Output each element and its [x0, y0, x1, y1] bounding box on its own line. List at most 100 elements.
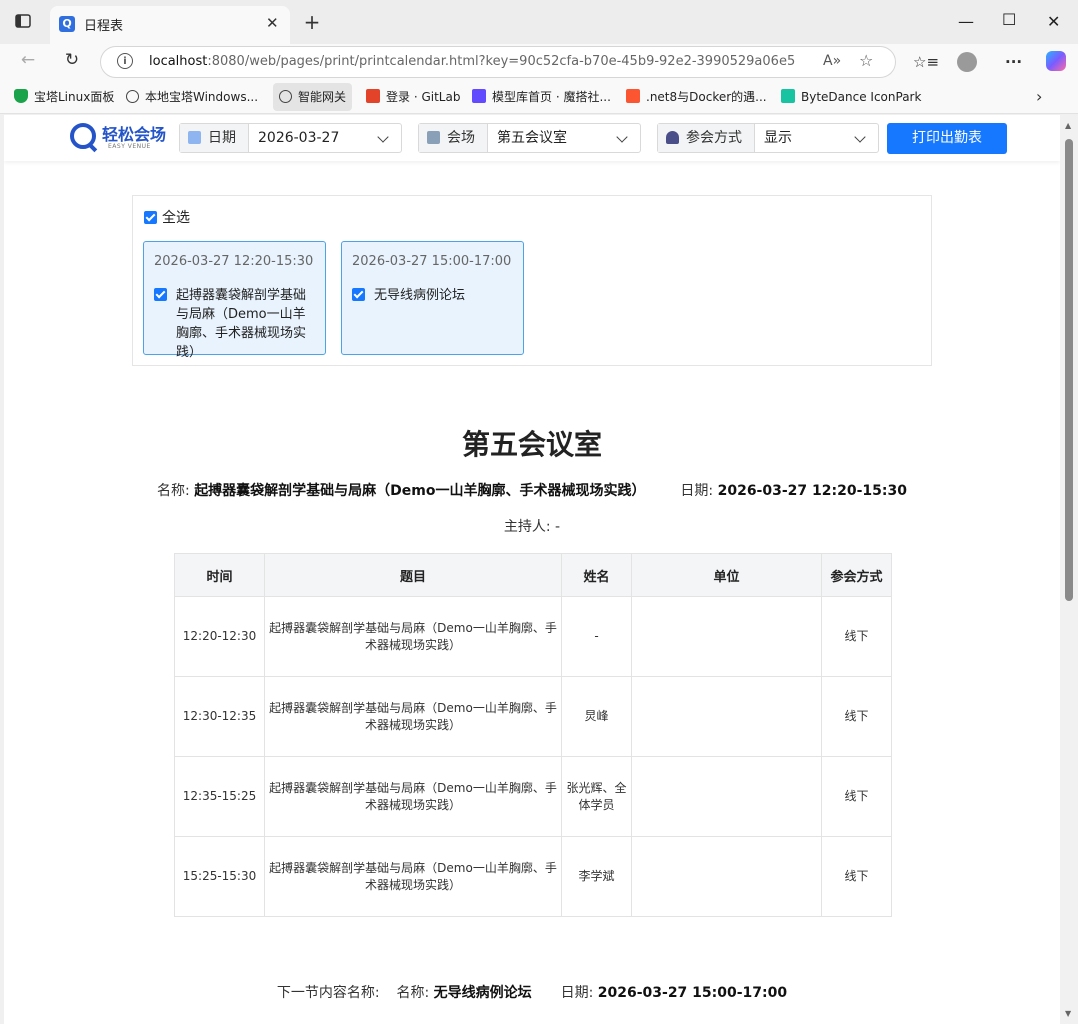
browser-tab-strip: Q 日程表 ✕ + — ☐ ✕ [0, 0, 1078, 44]
name-cell: 李学斌 [561, 836, 632, 917]
logo-subtitle: EASY VENUE [108, 143, 151, 150]
mode-cell: 线下 [821, 596, 892, 677]
name-label: 名称: [157, 483, 190, 499]
bookmark-item[interactable]: 智能网关 [273, 83, 353, 111]
session-card[interactable]: 2026-03-27 15:00-17:00 无导线病例论坛 [341, 241, 524, 355]
topic-cell: 起搏器囊袋解剖学基础与局麻（Demo一山羊胸廓、手术器械现场实践） [264, 836, 562, 917]
name-cell: 张光辉、全体学员 [561, 756, 632, 837]
session-meta: 名称: 起搏器囊袋解剖学基础与局麻（Demo一山羊胸廓、手术器械现场实践） 日期… [4, 480, 1060, 500]
csdn-icon [626, 89, 640, 103]
table-header-row: 时间 题目 姓名 单位 参会方式 [174, 553, 892, 597]
org-cell [631, 596, 822, 677]
bookmark-item[interactable]: 登录 · GitLab [366, 88, 460, 106]
attend-mode-label: 参会方式 [658, 124, 755, 152]
venue-select[interactable]: 会场 第五会议室 [418, 123, 641, 153]
next-label: 下一节内容名称: [276, 985, 380, 1001]
schedule-table: 时间 题目 姓名 单位 参会方式 12:20-12:30 起搏器囊袋解剖学基础与… [174, 553, 892, 917]
venue-field-value: 第五会议室 [497, 130, 567, 146]
date-field-label: 日期 [180, 124, 249, 152]
chevron-down-icon [616, 131, 628, 143]
table-row: 12:30-12:35 起搏器囊袋解剖学基础与局麻（Demo一山羊胸廓、手术器械… [174, 676, 892, 757]
date-field-value: 2026-03-27 [258, 130, 340, 146]
column-header: 姓名 [561, 553, 632, 597]
select-all-checkbox[interactable]: 全选 [144, 207, 190, 227]
bookmark-item[interactable]: 本地宝塔Windows... [126, 88, 258, 106]
time-cell: 12:30-12:35 [174, 676, 265, 757]
time-cell: 12:35-15:25 [174, 756, 265, 837]
minimize-icon[interactable]: — [958, 12, 974, 31]
column-header: 题目 [264, 553, 562, 597]
shield-icon [14, 89, 28, 103]
iconpark-icon [781, 89, 795, 103]
column-header: 时间 [174, 553, 265, 597]
bookmark-item[interactable]: ByteDance IconPark [781, 88, 921, 106]
checkbox-checked-icon [144, 211, 157, 224]
favorite-star-icon[interactable]: ☆ [859, 51, 873, 70]
topic-cell: 起搏器囊袋解剖学基础与局麻（Demo一山羊胸廓、手术器械现场实践） [264, 756, 562, 837]
read-aloud-icon[interactable]: A» [823, 53, 841, 69]
session-checkbox[interactable]: 起搏器囊袋解剖学基础与局麻（Demo一山羊胸廓、手术器械现场实践） [154, 286, 314, 362]
checkbox-checked-icon [154, 288, 167, 301]
next-session-name: 无导线病例论坛 [433, 985, 532, 1001]
user-icon [666, 131, 679, 144]
chevron-down-icon [377, 131, 389, 143]
copilot-icon[interactable] [1046, 51, 1066, 71]
new-tab-icon[interactable]: + [300, 10, 324, 34]
address-url[interactable]: localhost:8080/web/pages/print/printcale… [149, 54, 795, 69]
session-name: 起搏器囊袋解剖学基础与局麻（Demo一山羊胸廓、手术器械现场实践） [194, 483, 646, 499]
mode-cell: 线下 [821, 676, 892, 757]
tab-title: 日程表 [84, 19, 124, 34]
chevron-down-icon [854, 131, 866, 143]
next-date-label: 日期: [560, 985, 594, 1001]
column-header: 单位 [631, 553, 822, 597]
globe-icon [279, 90, 292, 103]
bookmark-item[interactable]: 模型库首页 · 魔搭社... [472, 88, 611, 106]
session-card[interactable]: 2026-03-27 12:20-15:30 起搏器囊袋解剖学基础与局麻（Dem… [143, 241, 326, 360]
column-header: 参会方式 [821, 553, 892, 597]
session-date: 2026-03-27 12:20-15:30 [717, 483, 907, 499]
print-attendance-button[interactable]: 打印出勤表 [887, 123, 1007, 154]
table-row: 12:20-12:30 起搏器囊袋解剖学基础与局麻（Demo一山羊胸廓、手术器械… [174, 596, 892, 677]
attend-mode-value: 显示 [764, 130, 792, 146]
address-bar[interactable]: i localhost:8080/web/pages/print/printca… [100, 46, 896, 78]
bookmark-item[interactable]: .net8与Docker的遇... [626, 88, 767, 106]
site-info-icon[interactable]: i [117, 53, 133, 69]
topic-cell: 起搏器囊袋解剖学基础与局麻（Demo一山羊胸廓、手术器械现场实践） [264, 676, 562, 757]
bookmarks-bar: 宝塔Linux面板 本地宝塔Windows... 智能网关 登录 · GitLa… [0, 80, 1078, 114]
tab-close-icon[interactable]: ✕ [266, 14, 279, 32]
building-icon [427, 131, 440, 144]
tab-favicon-icon: Q [59, 16, 75, 32]
scroll-down-icon[interactable]: ▼ [1065, 1009, 1071, 1018]
scrollbar-thumb[interactable] [1065, 139, 1073, 601]
date-picker[interactable]: 日期 2026-03-27 [179, 123, 402, 153]
maximize-icon[interactable]: ☐ [1002, 10, 1016, 29]
browser-toolbar: ← ↻ i localhost:8080/web/pages/print/pri… [0, 44, 1078, 80]
page-content: 轻松会场 EASY VENUE 日期 2026-03-27 会场 第五会议室 参… [4, 115, 1060, 1024]
calendar-icon [188, 131, 201, 144]
refresh-icon[interactable]: ↻ [60, 50, 84, 70]
more-menu-icon[interactable]: ··· [1005, 53, 1022, 71]
checkbox-checked-icon [352, 288, 365, 301]
date-label: 日期: [680, 483, 714, 499]
globe-icon [126, 90, 139, 103]
browser-tab-active[interactable]: Q 日程表 ✕ [50, 6, 290, 44]
name-cell: 炅峰 [561, 676, 632, 757]
bookmark-item[interactable]: 宝塔Linux面板 [14, 88, 114, 106]
scroll-up-icon[interactable]: ▲ [1065, 121, 1071, 130]
chevron-right-icon[interactable]: › [1036, 87, 1042, 106]
profile-avatar[interactable] [957, 52, 977, 72]
next-session-date: 2026-03-27 15:00-17:00 [597, 985, 788, 1001]
venue-field-label: 会场 [419, 124, 488, 152]
table-row: 15:25-15:30 起搏器囊袋解剖学基础与局麻（Demo一山羊胸廓、手术器械… [174, 836, 892, 917]
back-icon[interactable]: ← [16, 50, 40, 70]
page-scrollbar[interactable]: ▲ ▼ [1060, 115, 1078, 1024]
window-close-icon[interactable]: ✕ [1047, 12, 1060, 31]
table-row: 12:35-15:25 起搏器囊袋解剖学基础与局麻（Demo一山羊胸廓、手术器械… [174, 756, 892, 837]
favorites-icon[interactable]: ☆≡ [913, 53, 939, 71]
gitlab-icon [366, 89, 380, 103]
tab-actions-icon[interactable] [14, 12, 32, 30]
attend-mode-select[interactable]: 参会方式 显示 [657, 123, 879, 153]
time-cell: 15:25-15:30 [174, 836, 265, 917]
host-line: 主持人: - [503, 519, 561, 535]
session-checkbox[interactable]: 无导线病例论坛 [352, 286, 512, 305]
